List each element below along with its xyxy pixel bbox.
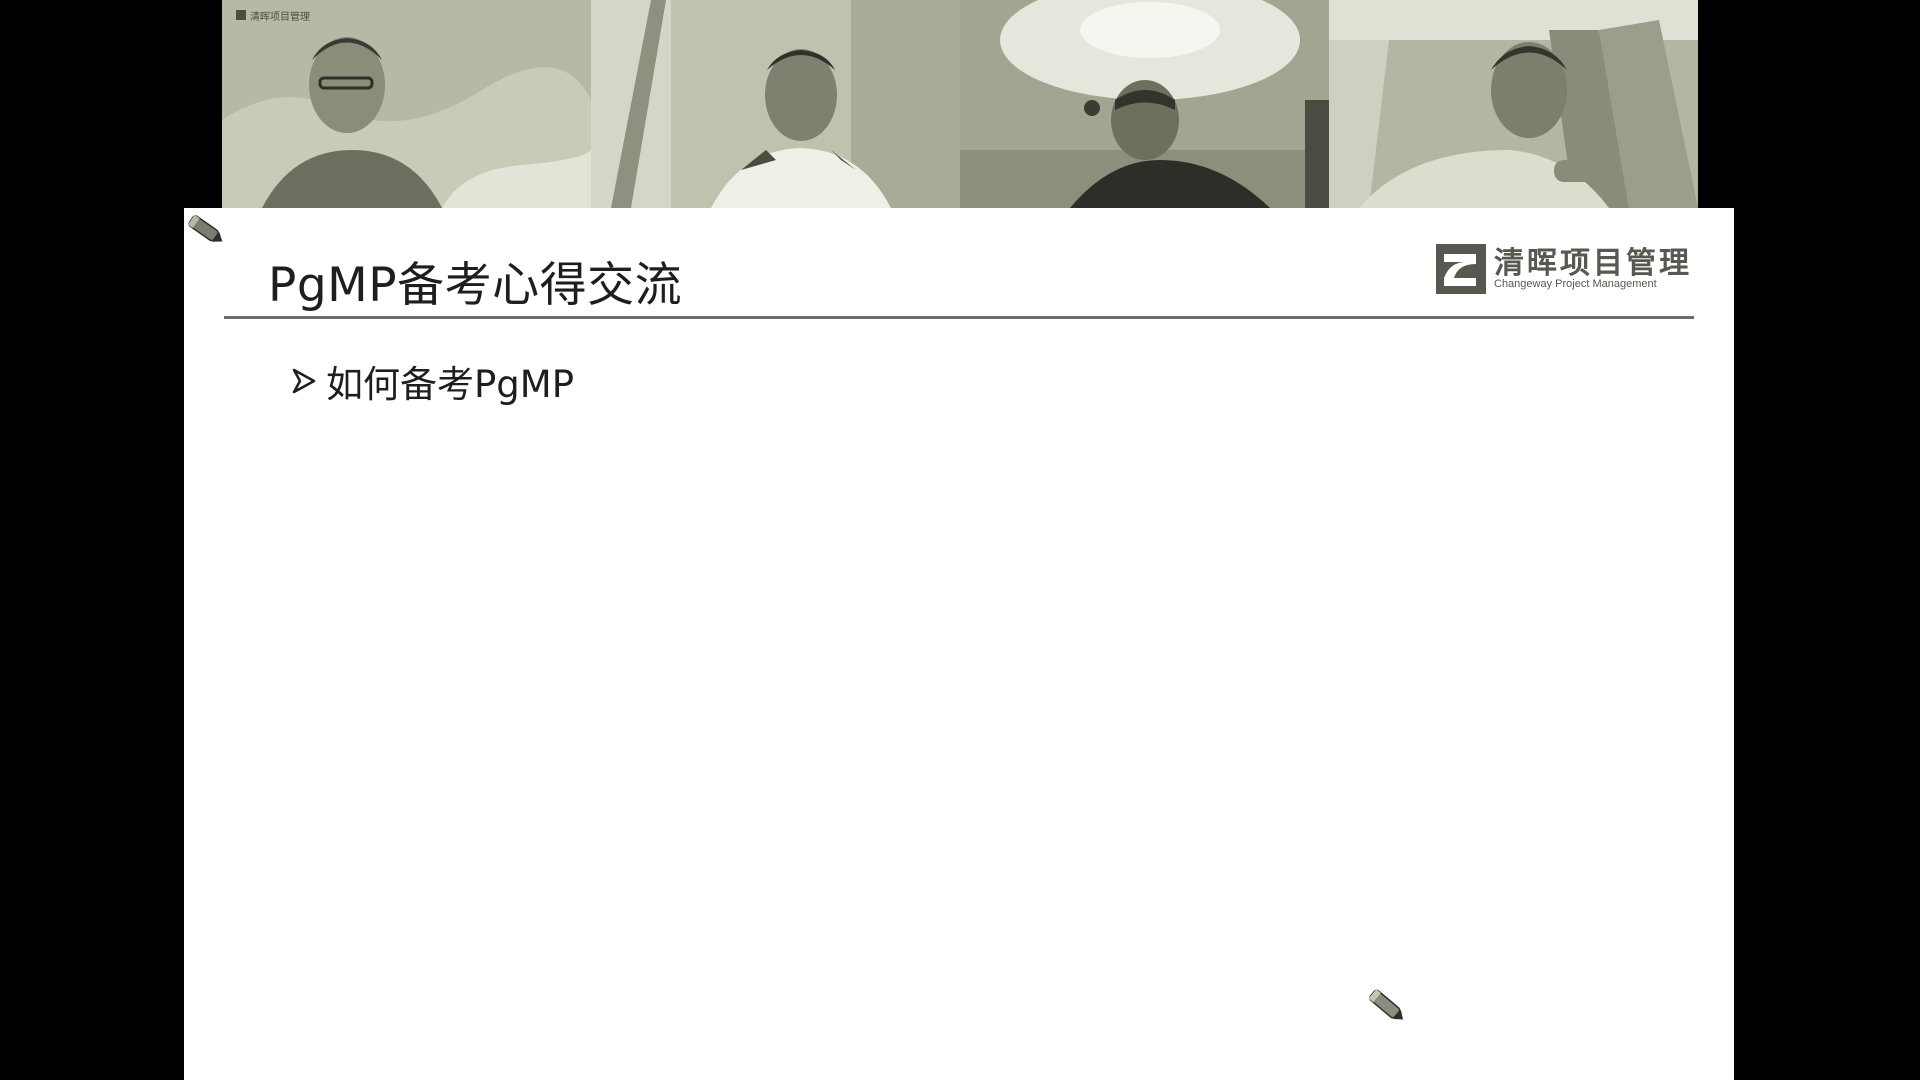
tile-logo-text: 清晖项目管理 — [250, 12, 310, 23]
bullet-text: 如何备考PgMP — [326, 363, 575, 406]
participant-video-strip: 清晖项目管理 — [222, 0, 1698, 208]
participant-video-4[interactable] — [1329, 0, 1698, 208]
brand-name-en: Changeway Project Management — [1494, 278, 1657, 290]
pen-cursor-icon — [187, 214, 223, 242]
brand-name-cn: 清晖项目管理 — [1494, 246, 1692, 281]
participant-video-1[interactable]: 清晖项目管理 — [222, 0, 591, 208]
bullet-item: 如何备考PgMP — [292, 354, 574, 408]
bullet-arrow-icon — [292, 368, 316, 394]
presentation-slide: PgMP备考心得交流 清晖项目管理 Changeway Project Mana… — [184, 208, 1734, 1080]
slide-title: PgMP备考心得交流 — [268, 258, 683, 313]
title-divider — [224, 316, 1694, 319]
participant-video-3[interactable] — [960, 0, 1329, 208]
brand-logo: 清晖项目管理 Changeway Project Management — [1436, 234, 1696, 298]
pen-cursor-icon — [1368, 989, 1404, 1020]
participant-video-2[interactable] — [591, 0, 960, 208]
brand-logo-icon — [1436, 244, 1486, 294]
